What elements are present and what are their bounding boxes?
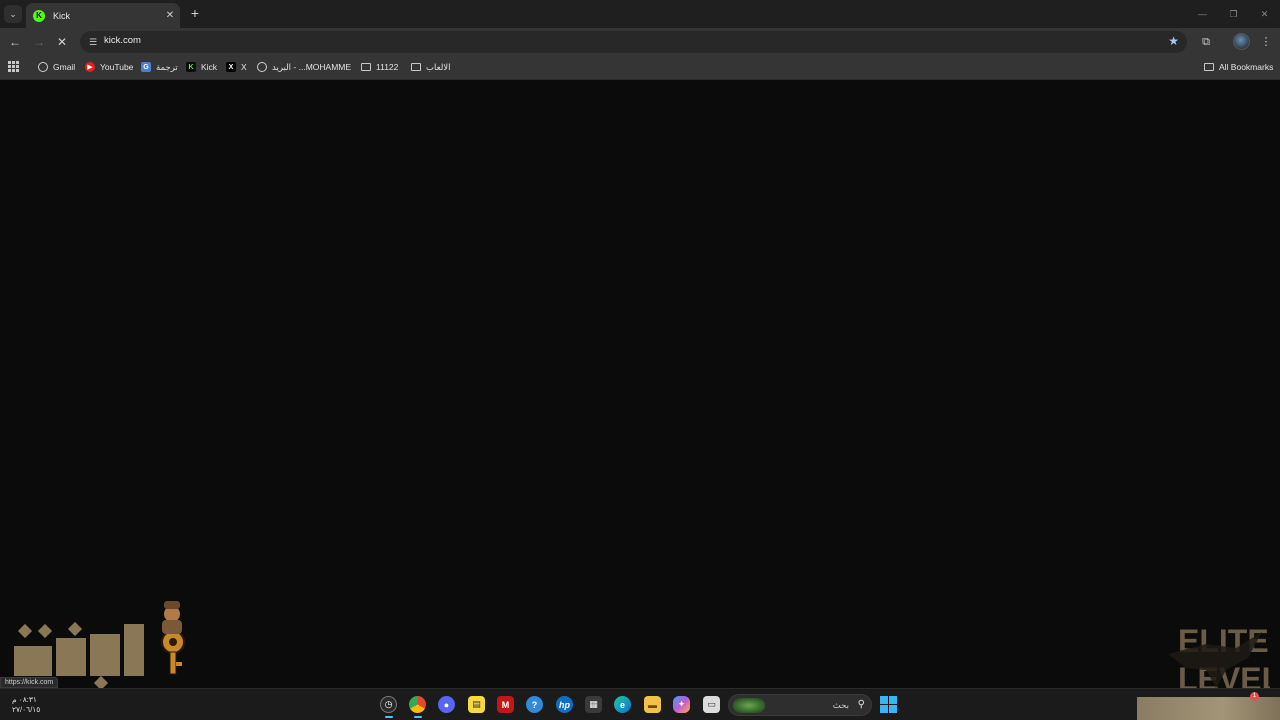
bookmark-youtube[interactable]: ▶ YouTube — [85, 60, 133, 74]
taskbar-search[interactable]: بحث ⚲ — [728, 694, 872, 716]
stop-icon: ✕ — [56, 35, 68, 49]
active-indicator — [385, 716, 393, 718]
back-button[interactable]: ← — [6, 33, 24, 51]
globe-icon — [38, 62, 48, 72]
notification-badge: 1 — [1250, 692, 1259, 701]
globe-icon — [257, 62, 267, 72]
menu-button[interactable]: ⋮ — [1257, 33, 1275, 51]
bookmarks-bar: Gmail ▶ YouTube G ترجمة K Kick X X MOHAM… — [0, 55, 1280, 80]
x-icon: X — [226, 62, 236, 72]
kick-icon: K — [186, 62, 196, 72]
hp-support-icon[interactable]: ? — [526, 696, 543, 713]
bookmark-label: ترجمة — [156, 61, 178, 72]
bookmark-x[interactable]: X X — [226, 60, 247, 74]
chrome-icon[interactable] — [409, 696, 426, 713]
bookmark-star-icon[interactable]: ★ — [1168, 34, 1179, 48]
stop-loading-button[interactable]: ✕ — [53, 33, 71, 51]
page-content — [0, 81, 1280, 688]
system-clock[interactable]: ٠٨:٣١ م ٢٧/٠٦/١٥ — [12, 695, 40, 715]
folder-icon — [1204, 63, 1214, 71]
screen: ⌄ K Kick ✕ + — ❐ ✕ ← → ✕ ☰ kick.com ★ ⧉ … — [0, 0, 1280, 720]
restore-button[interactable]: ❐ — [1218, 0, 1249, 28]
arrow-right-icon: → — [33, 35, 45, 49]
translate-icon: G — [141, 62, 151, 72]
forward-button[interactable]: → — [30, 33, 48, 51]
youtube-icon: ▶ — [85, 62, 95, 72]
window-app-icon[interactable]: ▭ — [703, 696, 720, 713]
puzzle-icon: ⧉ — [1202, 36, 1210, 48]
bookmark-translate[interactable]: G ترجمة — [141, 60, 178, 74]
bookmark-label: Kick — [201, 62, 218, 72]
folder-icon — [361, 63, 371, 71]
kick-favicon-icon: K — [33, 9, 45, 22]
mcafee-icon[interactable]: M — [497, 696, 514, 713]
close-icon[interactable]: ✕ — [163, 10, 177, 21]
bookmark-label: YouTube — [100, 62, 134, 72]
logo-block-4 — [124, 624, 144, 676]
windows-taskbar: ٠٨:٣١ م ٢٧/٠٦/١٥ ◷ ● ▤ M ? hp ▦ e ▬ ✦ ▭ … — [0, 688, 1280, 720]
bookmark-label: 11122 — [376, 62, 399, 72]
clock-date: ٢٧/٠٦/١٥ — [12, 705, 41, 714]
logo-block-3 — [90, 634, 120, 676]
windows-logo — [880, 696, 897, 713]
folder-icon — [411, 63, 421, 71]
address-bar[interactable]: ☰ kick.com ★ — [80, 31, 1187, 53]
new-tab-button[interactable]: + — [187, 5, 203, 21]
browser-toolbar: ← → ✕ ☰ kick.com ★ ⧉ ⋮ — [0, 28, 1280, 55]
bookmark-label: Gmail — [53, 62, 76, 72]
windows-start-icon[interactable] — [880, 696, 897, 713]
extensions-button[interactable]: ⧉ — [1197, 33, 1215, 51]
search-highlight-image — [733, 698, 765, 713]
bookmark-folder-11122[interactable]: 11122 — [361, 60, 398, 74]
discord-icon[interactable]: ● — [438, 696, 455, 713]
tray-widget-image[interactable] — [1137, 697, 1280, 720]
file-explorer-icon[interactable]: ▬ — [644, 696, 661, 713]
tab-title: Kick — [53, 10, 71, 21]
tab-search-button[interactable]: ⌄ — [4, 5, 22, 23]
link-status-bubble: https://kick.com — [0, 677, 59, 688]
all-bookmarks-label: All Bookmarks — [1219, 62, 1274, 72]
close-window-button[interactable]: ✕ — [1249, 0, 1280, 28]
tab-kick[interactable]: K Kick ✕ — [26, 3, 180, 28]
logo-block-1 — [14, 646, 52, 676]
bookmark-gmail[interactable]: Gmail — [38, 60, 75, 74]
all-bookmarks-folder[interactable]: All Bookmarks — [1204, 60, 1273, 74]
chevron-down-icon: ⌄ — [9, 8, 17, 19]
bookmark-mail[interactable]: MOHAMME... - البريد — [257, 60, 351, 74]
copilot-icon[interactable]: ✦ — [673, 696, 690, 713]
logo-block-2 — [56, 638, 86, 676]
clock-app-icon[interactable]: ◷ — [380, 696, 397, 713]
minimize-button[interactable]: — — [1187, 0, 1218, 28]
site-info-icon[interactable]: ☰ — [86, 35, 100, 49]
bookmark-kick[interactable]: K Kick — [186, 60, 217, 74]
channel-logo-right: ELITE LEVEL — [1168, 623, 1270, 694]
clock-time: ٠٨:٣١ م — [12, 695, 37, 704]
bookmark-label: X — [241, 62, 247, 72]
search-placeholder: بحث — [832, 700, 849, 710]
url-text[interactable]: kick.com — [104, 35, 141, 46]
active-indicator — [414, 716, 422, 718]
edge-icon[interactable]: e — [614, 696, 631, 713]
search-icon: ⚲ — [857, 699, 865, 710]
store-icon[interactable]: ▦ — [585, 696, 602, 713]
sticky-notes-icon[interactable]: ▤ — [468, 696, 485, 713]
bookmark-folder-games[interactable]: الالعاب — [411, 60, 451, 74]
bookmark-label: MOHAMME... - البريد — [272, 61, 352, 72]
arrow-left-icon: ← — [9, 35, 21, 49]
profile-avatar[interactable] — [1233, 33, 1250, 50]
bookmark-label: الالعاب — [426, 61, 451, 72]
apps-grid-icon[interactable] — [8, 61, 19, 72]
window-controls: — ❐ ✕ — [1187, 0, 1280, 28]
tab-strip: ⌄ K Kick ✕ + — ❐ ✕ — [0, 0, 1280, 28]
more-vert-icon: ⋮ — [1260, 36, 1272, 48]
hp-icon[interactable]: hp — [556, 696, 573, 713]
